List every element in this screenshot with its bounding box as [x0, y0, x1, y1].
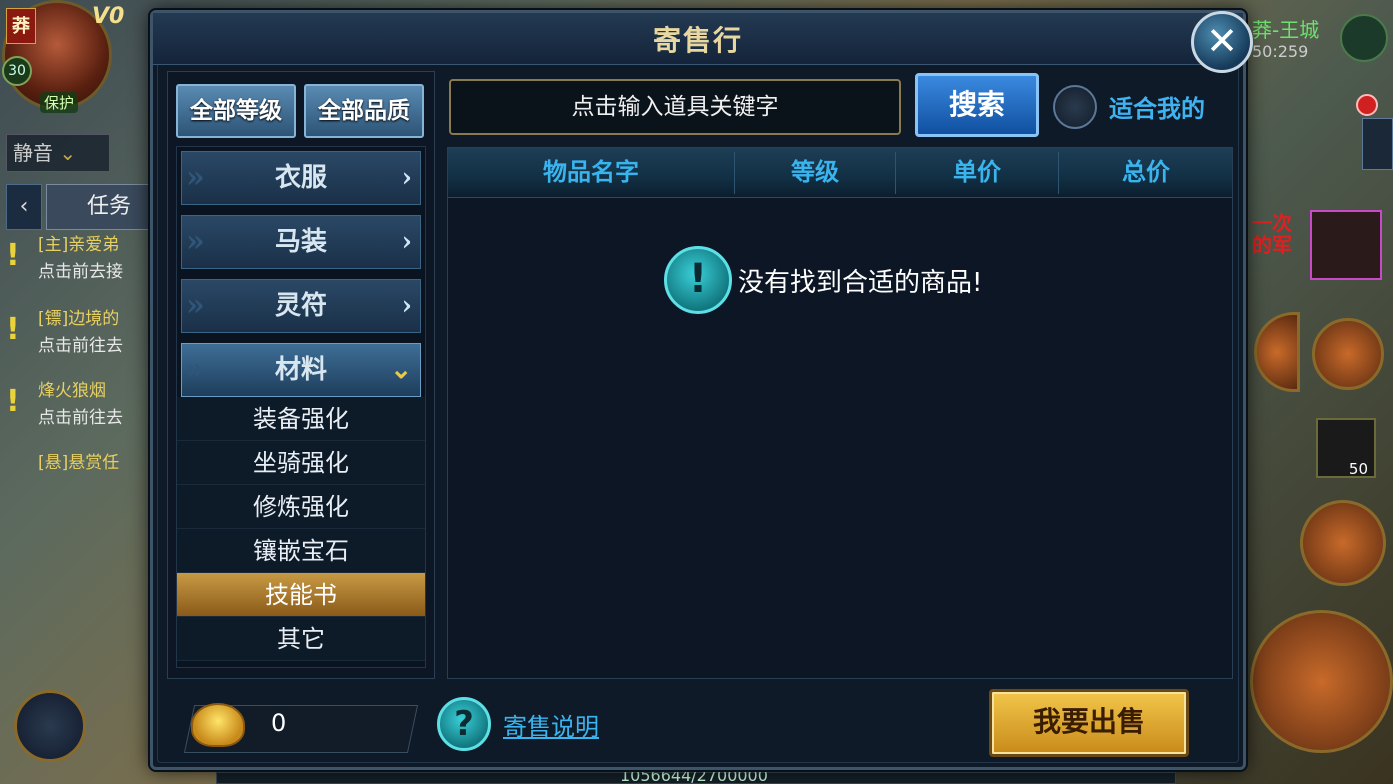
decor-chevron-icon: » [186, 224, 205, 259]
subcategory-gems[interactable]: 镶嵌宝石 [177, 529, 425, 573]
column-unit-price: 单价 [953, 158, 1001, 186]
column-level: 等级 [791, 158, 839, 186]
player-name-tag: 莽 [6, 8, 36, 44]
suit-me-radio[interactable] [1053, 85, 1097, 129]
category-label: 灵符 [274, 291, 327, 321]
category-panel: 全部等级 全部品质 » 衣服 › » 马装 › » 灵符 › » 材料 ⌄ 装备强化 坐骑强化 … [167, 71, 435, 679]
quest-tabs: ‹ 任务 [6, 184, 156, 230]
subcategory-mount-enhance[interactable]: 坐骑强化 [177, 441, 425, 485]
quest-subtitle: 点击前去接 [38, 262, 123, 282]
category-clothes[interactable]: » 衣服 › [181, 151, 421, 205]
help-icon[interactable]: ? [437, 697, 491, 751]
close-icon: ✕ [1206, 19, 1238, 63]
category-label: 马装 [274, 227, 327, 257]
decor-chevron-icon: » [186, 352, 205, 387]
subcategory-skill-books[interactable]: 技能书 [177, 573, 425, 617]
event-text: 一次 的军 [1252, 211, 1292, 257]
chevron-right-icon: › [401, 291, 412, 321]
warning-icon: ! [664, 246, 732, 314]
record-icon[interactable] [1356, 94, 1378, 116]
side-expand-arrow-icon[interactable] [1362, 118, 1393, 170]
exclamation-icon: ! [6, 384, 20, 419]
item-slot[interactable]: 50 [1316, 418, 1376, 478]
quest-item[interactable]: [悬]悬赏任 [8, 450, 148, 477]
task-tab[interactable]: 任务 [46, 184, 156, 230]
search-input[interactable]: 点击输入道具关键字 [449, 79, 901, 135]
armor-reward-icon[interactable] [1310, 210, 1382, 280]
currency-value: 0 [271, 709, 287, 737]
mute-toggle[interactable]: 静音 ⌄ [6, 134, 110, 172]
quest-title: [主]亲爱弟 [38, 235, 120, 255]
quality-filter-button[interactable]: 全部品质 [304, 84, 424, 138]
quest-title: [镖]边境的 [38, 309, 120, 329]
chevron-down-icon: ⌄ [59, 141, 77, 165]
quest-title: [悬]悬赏任 [38, 453, 120, 473]
close-button[interactable]: ✕ [1191, 11, 1253, 73]
coordinate-readout: 50:259 [1252, 42, 1309, 61]
quest-item[interactable]: ! [主]亲爱弟 点击前去接 [6, 232, 148, 286]
attack-button[interactable] [1250, 610, 1393, 753]
quest-item[interactable]: ! [镖]边境的 点击前往去 [6, 306, 148, 360]
dialog-title: 寄售行 [652, 24, 743, 57]
results-table: 物品名字 等级 单价 总价 ! 没有找到合适的商品! [447, 147, 1233, 679]
category-talisman[interactable]: » 灵符 › [181, 279, 421, 333]
wifi-icon [1340, 14, 1388, 62]
category-materials[interactable]: » 材料 ⌄ [181, 343, 421, 397]
collapse-arrow-icon[interactable]: ‹ [6, 184, 42, 230]
quest-subtitle: 点击前往去 [38, 336, 123, 356]
player-level-badge: 30 [2, 56, 32, 86]
protect-status[interactable]: 保护 [40, 92, 79, 113]
quest-title: 烽火狼烟 [38, 381, 106, 401]
item-count: 50 [1348, 460, 1368, 478]
gold-ingot-icon [191, 703, 245, 747]
subcategory-cultivation-enhance[interactable]: 修炼强化 [177, 485, 425, 529]
suit-me-label[interactable]: 适合我的 [1109, 89, 1205, 124]
column-item-name: 物品名字 [543, 158, 639, 186]
exclamation-icon: ! [6, 238, 20, 273]
category-label: 材料 [274, 355, 327, 385]
title-bar: 寄售行 [153, 13, 1243, 65]
city-name: 莽-王城 [1252, 18, 1320, 42]
category-mount-outfit[interactable]: » 马装 › [181, 215, 421, 269]
level-filter-button[interactable]: 全部等级 [176, 84, 296, 138]
decor-chevron-icon: » [186, 288, 205, 323]
task-tab-label: 任务 [87, 194, 132, 219]
quest-subtitle: 点击前往去 [38, 408, 123, 428]
game-screen: 莽 V0 30 保护 静音 ⌄ ‹ 任务 ! [主]亲爱弟 点击前去接 ! [镖]边境… [0, 0, 1393, 784]
sell-button[interactable]: 我要出售 [989, 689, 1189, 757]
consignment-help-link[interactable]: 寄售说明 [503, 707, 599, 742]
column-total-price: 总价 [1122, 158, 1170, 186]
ranking-button[interactable] [1254, 312, 1300, 392]
quest-item[interactable]: ! 烽火狼烟点击前往去 [6, 378, 148, 432]
chevron-down-icon: ⌄ [390, 355, 412, 385]
search-button[interactable]: 搜索 [915, 73, 1039, 137]
subcategory-equip-enhance[interactable]: 装备强化 [177, 397, 425, 441]
consignment-dialog: 寄售行 ✕ 全部等级 全部品质 » 衣服 › » 马装 › » 灵符 › » 材料 ⌄ 装备强化… [150, 10, 1253, 770]
vip-label[interactable]: V0 [92, 4, 124, 29]
table-header: 物品名字 等级 单价 总价 [448, 148, 1232, 198]
skill-button[interactable] [1300, 500, 1386, 586]
mute-label: 静音 [13, 141, 53, 165]
decor-chevron-icon: » [186, 160, 205, 195]
bag-pot-icon[interactable] [1312, 318, 1384, 390]
subcategory-other[interactable]: 其它 [177, 617, 425, 661]
chevron-right-icon: › [401, 163, 412, 193]
mount-icon[interactable] [14, 690, 86, 762]
category-label: 衣服 [274, 163, 327, 193]
empty-message: 没有找到合适的商品! [738, 268, 983, 298]
chevron-right-icon: › [401, 227, 412, 257]
category-list: » 衣服 › » 马装 › » 灵符 › » 材料 ⌄ 装备强化 坐骑强化 修炼强化 镶嵌宝石 … [176, 146, 426, 668]
exclamation-icon: ! [6, 312, 20, 347]
